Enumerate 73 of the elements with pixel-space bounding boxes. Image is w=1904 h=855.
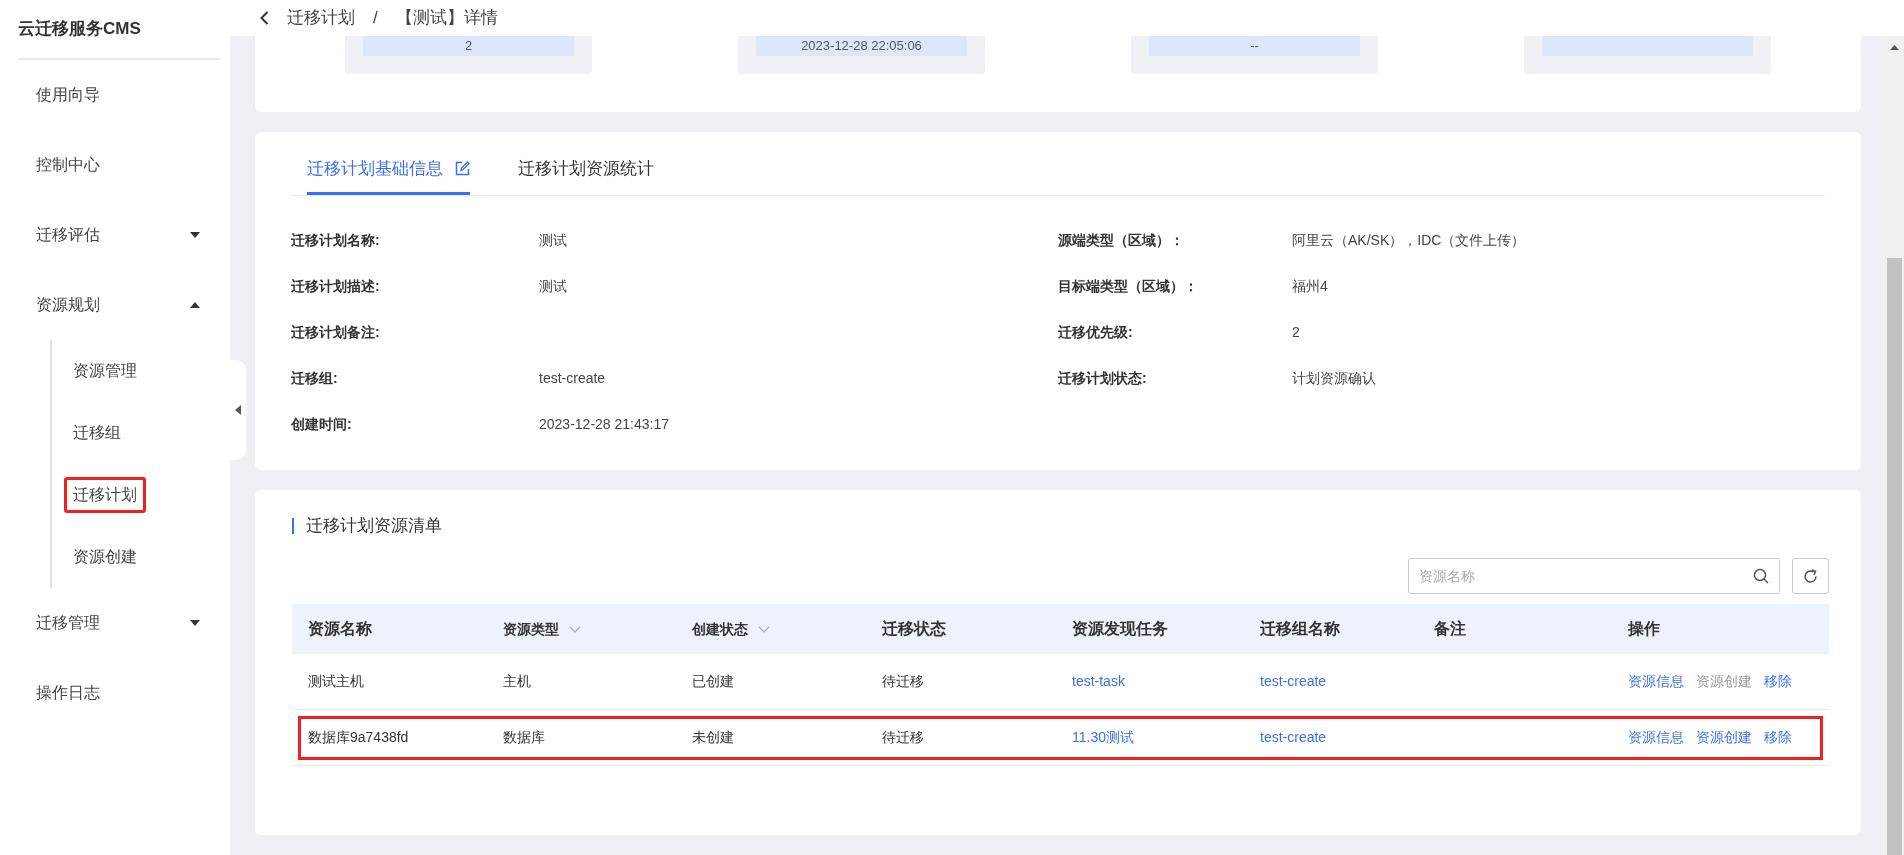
section-title: 迁移计划资源清单 bbox=[292, 518, 1829, 534]
sidebar-item[interactable]: 使用向导 bbox=[0, 60, 230, 130]
sidebar-subitem[interactable]: 迁移计划 bbox=[64, 477, 146, 513]
column-header: 迁移组名称 bbox=[1260, 619, 1340, 639]
refresh-button[interactable] bbox=[1792, 558, 1829, 594]
table-cell: 待迁移 bbox=[882, 673, 924, 689]
sidebar-item[interactable]: 操作日志 bbox=[0, 658, 230, 728]
tab[interactable]: 迁移计划基础信息 bbox=[307, 156, 470, 195]
field-label: 迁移计划状态: bbox=[1058, 369, 1148, 388]
field-value: 测试 bbox=[539, 231, 567, 250]
field-value: test-create bbox=[539, 369, 606, 388]
breadcrumb-separator: / bbox=[373, 7, 378, 30]
task-link[interactable]: test-create bbox=[1260, 729, 1327, 745]
table-cell: 待迁移 bbox=[882, 729, 924, 745]
sidebar-item[interactable]: 资源规划 bbox=[0, 270, 230, 340]
action-link[interactable]: 资源信息 bbox=[1628, 727, 1684, 748]
sidebar-item[interactable]: 迁移管理 bbox=[0, 588, 230, 658]
field-value: 阿里云（AK/SK），IDC（文件上传） bbox=[1292, 231, 1526, 250]
column-header: 迁移状态 bbox=[882, 619, 946, 639]
refresh-icon[interactable] bbox=[1803, 568, 1818, 584]
column-header: 资源发现任务 bbox=[1072, 619, 1168, 639]
field-label: 迁移计划备注: bbox=[291, 323, 381, 342]
breadcrumb-item[interactable]: 迁移计划 bbox=[287, 5, 355, 31]
app-title: 云迁移服务CMS bbox=[17, 18, 142, 41]
task-link[interactable]: test-create bbox=[1260, 673, 1327, 689]
field-label: 迁移计划描述: bbox=[291, 277, 381, 296]
back-icon[interactable] bbox=[260, 11, 269, 25]
column-header: 操作 bbox=[1628, 619, 1660, 639]
sidebar-subitem[interactable]: 迁移组 bbox=[64, 415, 130, 451]
action-link[interactable]: 移除 bbox=[1764, 727, 1792, 748]
field-label: 迁移计划名称: bbox=[291, 231, 381, 250]
stat-value: 2023-12-28 22:05:06 bbox=[801, 38, 922, 53]
column-header[interactable]: 创建状态 bbox=[692, 618, 748, 640]
column-header: 资源名称 bbox=[308, 619, 372, 639]
table-cell: 数据库9a7438fd bbox=[308, 729, 409, 745]
field-value: 福州4 bbox=[1292, 277, 1328, 296]
field-value: 测试 bbox=[539, 277, 567, 296]
task-link[interactable]: test-task bbox=[1072, 673, 1125, 689]
action-link[interactable]: 资源信息 bbox=[1628, 671, 1684, 692]
table-cell: 已创建 bbox=[692, 673, 734, 689]
field-label: 源端类型（区域）： bbox=[1058, 231, 1185, 250]
sidebar-item[interactable]: 控制中心 bbox=[0, 130, 230, 200]
table-cell: 测试主机 bbox=[308, 673, 364, 689]
search-field[interactable]: 资源名称 bbox=[1408, 558, 1780, 594]
field-value: 2023-12-28 21:43:17 bbox=[539, 415, 669, 434]
edit-icon[interactable] bbox=[455, 161, 470, 177]
field-label: 迁移组: bbox=[291, 369, 339, 388]
action-link[interactable]: 资源创建 bbox=[1696, 727, 1752, 748]
table-cell: 数据库 bbox=[503, 729, 545, 745]
stat-value: -- bbox=[1250, 38, 1259, 53]
task-link[interactable]: 11.30测试 bbox=[1072, 729, 1134, 745]
field-label: 创建时间: bbox=[291, 415, 353, 434]
field-value: 计划资源确认 bbox=[1292, 369, 1376, 388]
column-header: 备注 bbox=[1434, 619, 1466, 639]
field-value: 2 bbox=[1292, 323, 1300, 342]
sidebar-subitem[interactable]: 资源创建 bbox=[64, 539, 146, 575]
sidebar-subitem[interactable]: 资源管理 bbox=[64, 353, 146, 389]
sidebar-item[interactable]: 迁移评估 bbox=[0, 200, 230, 270]
tab[interactable]: 迁移计划资源统计 bbox=[518, 156, 654, 195]
caret-icon bbox=[190, 232, 200, 238]
field-label: 迁移优先级: bbox=[1058, 323, 1134, 342]
field-label: 目标端类型（区域）： bbox=[1058, 277, 1199, 296]
caret-icon bbox=[190, 620, 200, 626]
table-cell: 主机 bbox=[503, 673, 531, 689]
scrollbar-drawing[interactable] bbox=[1885, 36, 1904, 855]
action-link[interactable]: 移除 bbox=[1764, 671, 1792, 692]
caret-icon bbox=[190, 302, 200, 308]
column-header[interactable]: 资源类型 bbox=[503, 618, 559, 640]
search-icon[interactable] bbox=[1753, 568, 1769, 584]
table-cell: 未创建 bbox=[692, 729, 734, 745]
stat-value: 2 bbox=[464, 38, 473, 53]
breadcrumb-item: 【测试】详情 bbox=[395, 7, 498, 30]
collapse-handle[interactable] bbox=[230, 360, 246, 460]
